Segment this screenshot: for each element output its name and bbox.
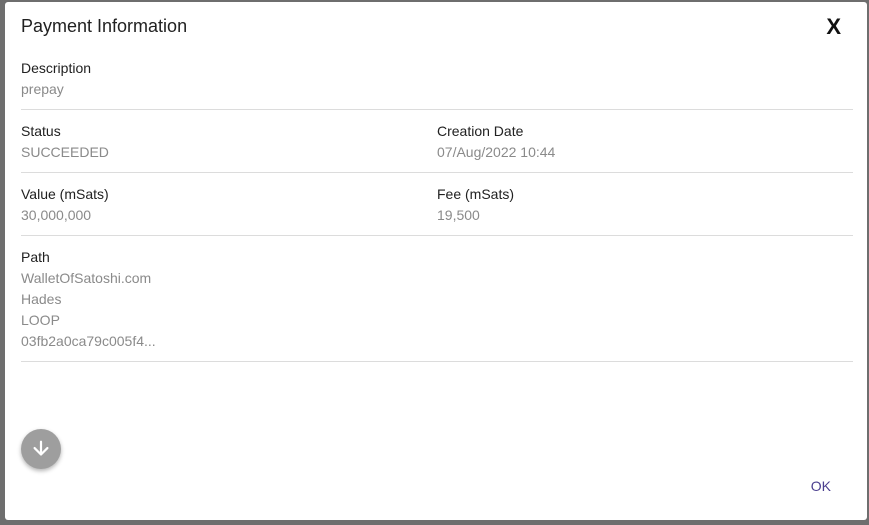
creation-date-cell: Creation Date 07/Aug/2022 10:44 [437, 121, 853, 172]
payment-info-dialog: Payment Information X Description prepay… [5, 2, 867, 520]
fee-value: 19,500 [437, 207, 480, 223]
value-cell: Value (mSats) 30,000,000 [21, 184, 437, 235]
dialog-title: Payment Information [21, 16, 188, 36]
dialog-content: Description prepay Status SUCCEEDED Crea… [21, 58, 853, 362]
status-row: Status SUCCEEDED Creation Date 07/Aug/20… [21, 110, 853, 173]
path-row: Path WalletOfSatoshi.com Hades LOOP 03fb… [21, 236, 853, 362]
value-label: Value (mSats) [21, 186, 109, 202]
status-value: SUCCEEDED [21, 144, 109, 160]
path-hop: LOOP [21, 312, 60, 328]
path-hop: Hades [21, 291, 62, 307]
creation-date-value: 07/Aug/2022 10:44 [437, 144, 556, 160]
close-button[interactable]: X [826, 16, 841, 38]
ok-button[interactable]: OK [799, 472, 843, 500]
fee-cell: Fee (mSats) 19,500 [437, 184, 853, 235]
status-label: Status [21, 123, 61, 139]
description-value: prepay [21, 81, 64, 97]
path-hop: 03fb2a0ca79c005f4... [21, 333, 156, 349]
path-label: Path [21, 249, 50, 265]
amount-row: Value (mSats) 30,000,000 Fee (mSats) 19,… [21, 173, 853, 236]
description-cell: Description prepay [21, 58, 437, 109]
path-cell: Path WalletOfSatoshi.com Hades LOOP 03fb… [21, 247, 437, 361]
value-value: 30,000,000 [21, 207, 92, 223]
path-hop: WalletOfSatoshi.com [21, 270, 152, 286]
creation-date-label: Creation Date [437, 123, 524, 139]
arrow-down-icon [33, 440, 49, 456]
fee-label: Fee (mSats) [437, 186, 515, 202]
description-row: Description prepay [21, 58, 853, 110]
status-cell: Status SUCCEEDED [21, 121, 437, 172]
scroll-down-button[interactable] [21, 429, 61, 469]
description-label: Description [21, 60, 92, 76]
